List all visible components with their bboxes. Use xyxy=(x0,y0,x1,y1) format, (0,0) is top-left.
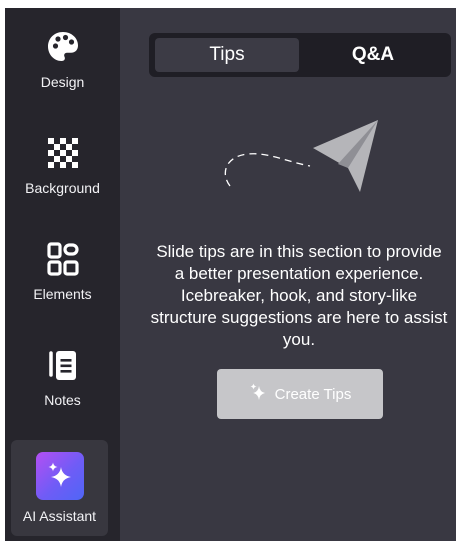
sidebar-item-elements[interactable]: Elements xyxy=(5,220,120,316)
create-tips-button[interactable]: Create Tips xyxy=(217,369,383,419)
create-tips-label: Create Tips xyxy=(274,385,352,403)
sidebar-item-label: Elements xyxy=(33,286,92,302)
sidebar: Design Background Elements Notes AI Assi… xyxy=(5,8,120,541)
notes-icon xyxy=(46,348,80,382)
sidebar-item-background[interactable]: Background xyxy=(5,114,120,210)
paper-plane-icon xyxy=(218,118,383,198)
sparkle-icon xyxy=(249,383,267,405)
sparkles-icon xyxy=(35,452,84,500)
sidebar-item-label: Notes xyxy=(44,392,81,408)
sidebar-item-ai-assistant[interactable]: AI Assistant xyxy=(11,440,108,536)
sidebar-item-label: AI Assistant xyxy=(22,508,97,524)
tab-bar: Tips Q&A xyxy=(149,33,451,77)
tab-tips[interactable]: Tips xyxy=(155,38,299,72)
palette-icon xyxy=(46,30,80,64)
sidebar-item-notes[interactable]: Notes xyxy=(5,326,120,422)
shapes-icon xyxy=(46,242,80,276)
checkerboard-icon xyxy=(46,136,80,170)
sidebar-item-design[interactable]: Design xyxy=(5,8,120,104)
tips-description: Slide tips are in this section to provid… xyxy=(150,242,448,349)
sidebar-item-label: Background xyxy=(25,180,100,196)
tab-qa[interactable]: Q&A xyxy=(301,38,445,72)
app-frame: Design Background Elements Notes AI Assi… xyxy=(5,8,456,541)
sidebar-item-label: Design xyxy=(40,74,85,90)
